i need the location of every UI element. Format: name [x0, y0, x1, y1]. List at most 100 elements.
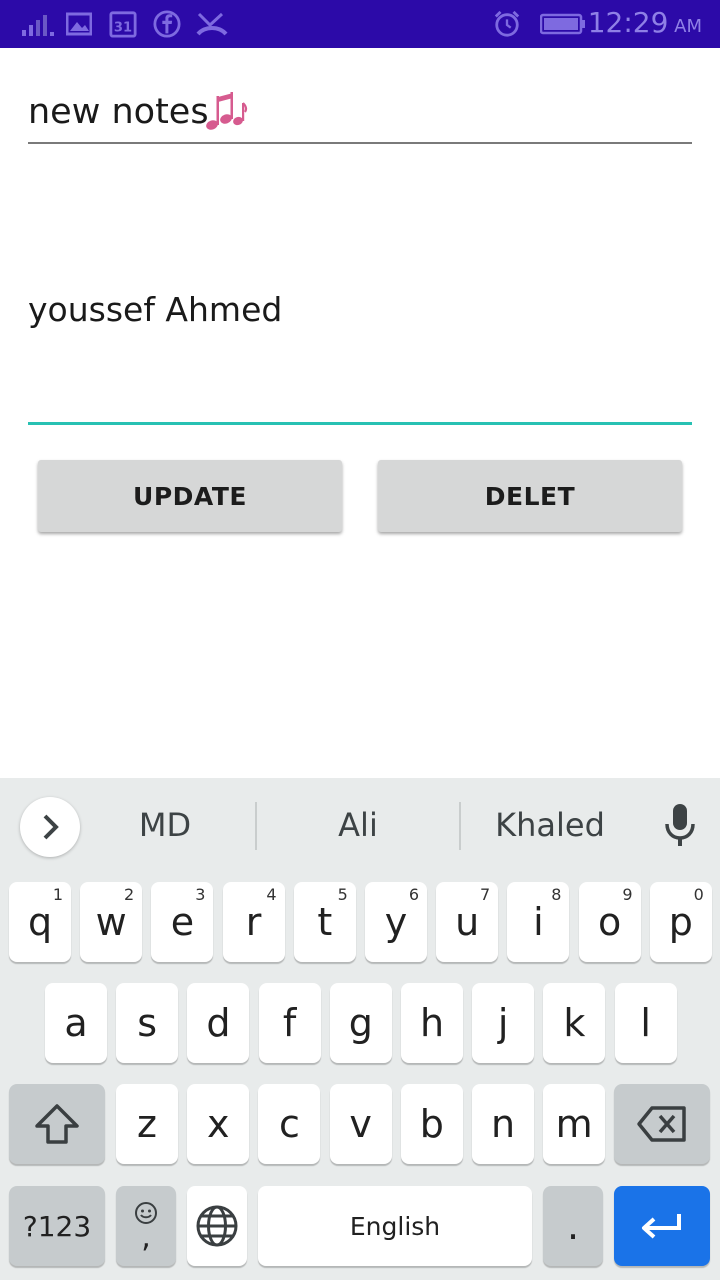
- key-label: g: [348, 1001, 373, 1045]
- emoji-comma-key[interactable]: ,: [116, 1186, 176, 1266]
- soft-keyboard: MD Ali Khaled ?123 , English . q 1 w 2 e…: [0, 778, 720, 1280]
- key-l[interactable]: l: [614, 983, 677, 1063]
- title-input[interactable]: new notes: [28, 88, 692, 144]
- globe-icon: [196, 1205, 238, 1247]
- key-label: w: [95, 900, 127, 944]
- key-label: s: [137, 1001, 158, 1045]
- key-b[interactable]: b: [400, 1084, 463, 1164]
- calendar-day: 31: [114, 20, 132, 35]
- key-hint-number: 1: [52, 885, 63, 904]
- key-label: n: [490, 1102, 516, 1146]
- key-label: r: [245, 900, 262, 944]
- symbols-key[interactable]: ?123: [9, 1186, 105, 1266]
- key-d[interactable]: d: [187, 983, 250, 1063]
- key-hint-number: 4: [266, 885, 277, 904]
- key-w[interactable]: w2: [80, 882, 143, 962]
- music-notes-icon: [206, 92, 248, 130]
- key-label: h: [419, 1001, 445, 1045]
- key-k[interactable]: k: [543, 983, 606, 1063]
- key-o[interactable]: o9: [578, 882, 641, 962]
- missed-call-icon: [196, 12, 228, 36]
- key-hint-number: 6: [408, 885, 419, 904]
- key-i[interactable]: i8: [507, 882, 570, 962]
- key-label: e: [170, 900, 195, 944]
- key-s[interactable]: s: [116, 983, 179, 1063]
- gallery-icon: [66, 12, 92, 36]
- battery-icon: [540, 13, 585, 35]
- suggestion-3[interactable]: Khaled: [480, 806, 620, 844]
- key-g[interactable]: g: [329, 983, 392, 1063]
- key-a[interactable]: a: [45, 983, 107, 1063]
- key-label: y: [384, 900, 408, 944]
- language-key[interactable]: [187, 1186, 247, 1266]
- note-body-input[interactable]: youssef Ahmed: [28, 280, 692, 425]
- suggestion-divider: [255, 802, 257, 850]
- key-z[interactable]: z: [116, 1084, 178, 1164]
- key-label: c: [278, 1102, 300, 1146]
- key-m[interactable]: m: [543, 1084, 606, 1164]
- key-hint-number: 2: [124, 885, 135, 904]
- expand-toolbar-button[interactable]: [20, 797, 80, 857]
- shift-icon: [35, 1104, 79, 1144]
- key-label: v: [349, 1102, 372, 1146]
- key-label: b: [419, 1102, 444, 1146]
- key-v[interactable]: v: [329, 1084, 392, 1164]
- key-hint-number: 3: [195, 885, 206, 904]
- calendar-icon: 31: [109, 11, 137, 38]
- backspace-icon: [637, 1106, 686, 1142]
- suggestion-1[interactable]: MD: [110, 806, 220, 844]
- key-hint-number: 9: [622, 885, 633, 904]
- key-n[interactable]: n: [472, 1084, 534, 1164]
- key-label: z: [137, 1102, 157, 1146]
- status-bar: 31 12:29 AM: [0, 0, 720, 48]
- key-c[interactable]: c: [258, 1084, 321, 1164]
- key-label: j: [497, 1001, 509, 1045]
- title-text: new notes: [28, 92, 209, 132]
- key-label: i: [533, 900, 544, 944]
- key-y[interactable]: y6: [365, 882, 427, 962]
- key-h[interactable]: h: [401, 983, 463, 1063]
- key-label: u: [455, 900, 480, 944]
- facebook-icon: [153, 10, 181, 38]
- key-label: f: [282, 1001, 297, 1045]
- key-f[interactable]: f: [258, 983, 321, 1063]
- alarm-icon: [494, 10, 520, 37]
- key-label: q: [27, 900, 53, 944]
- key-r[interactable]: r4: [222, 882, 285, 962]
- key-label: p: [668, 900, 693, 944]
- key-label: a: [64, 1001, 88, 1045]
- suggestion-2[interactable]: Ali: [300, 806, 416, 844]
- key-hint-number: 0: [693, 885, 704, 904]
- key-hint-number: 7: [480, 885, 491, 904]
- key-q[interactable]: q1: [9, 882, 71, 962]
- key-j[interactable]: j: [472, 983, 535, 1063]
- key-u[interactable]: u7: [436, 882, 499, 962]
- clock: 12:29 AM: [587, 6, 702, 39]
- enter-icon: [642, 1214, 681, 1239]
- signal-icon: [22, 15, 54, 36]
- backspace-key[interactable]: [614, 1084, 710, 1164]
- key-label: k: [563, 1001, 586, 1045]
- enter-key[interactable]: [614, 1186, 710, 1266]
- note-body-text: youssef Ahmed: [28, 290, 283, 329]
- chevron-right-icon: [43, 814, 59, 840]
- key-label: m: [555, 1102, 593, 1146]
- key-hint-number: 8: [551, 885, 562, 904]
- key-hint-number: 5: [337, 885, 348, 904]
- key-label: x: [206, 1102, 230, 1146]
- key-p[interactable]: p0: [649, 882, 712, 962]
- key-x[interactable]: x: [187, 1084, 250, 1164]
- key-label: t: [317, 900, 333, 944]
- space-bar[interactable]: English: [258, 1186, 532, 1266]
- key-t[interactable]: t5: [293, 882, 356, 962]
- period-key[interactable]: .: [543, 1186, 603, 1266]
- microphone-icon[interactable]: [664, 802, 696, 848]
- shift-key[interactable]: [9, 1084, 105, 1164]
- delete-button[interactable]: DELET: [378, 460, 682, 532]
- key-label: o: [597, 900, 622, 944]
- update-button[interactable]: UPDATE: [38, 460, 342, 532]
- comma-label: ,: [141, 1220, 151, 1255]
- suggestion-divider: [459, 802, 461, 850]
- key-label: d: [206, 1001, 231, 1045]
- key-e[interactable]: e3: [151, 882, 214, 962]
